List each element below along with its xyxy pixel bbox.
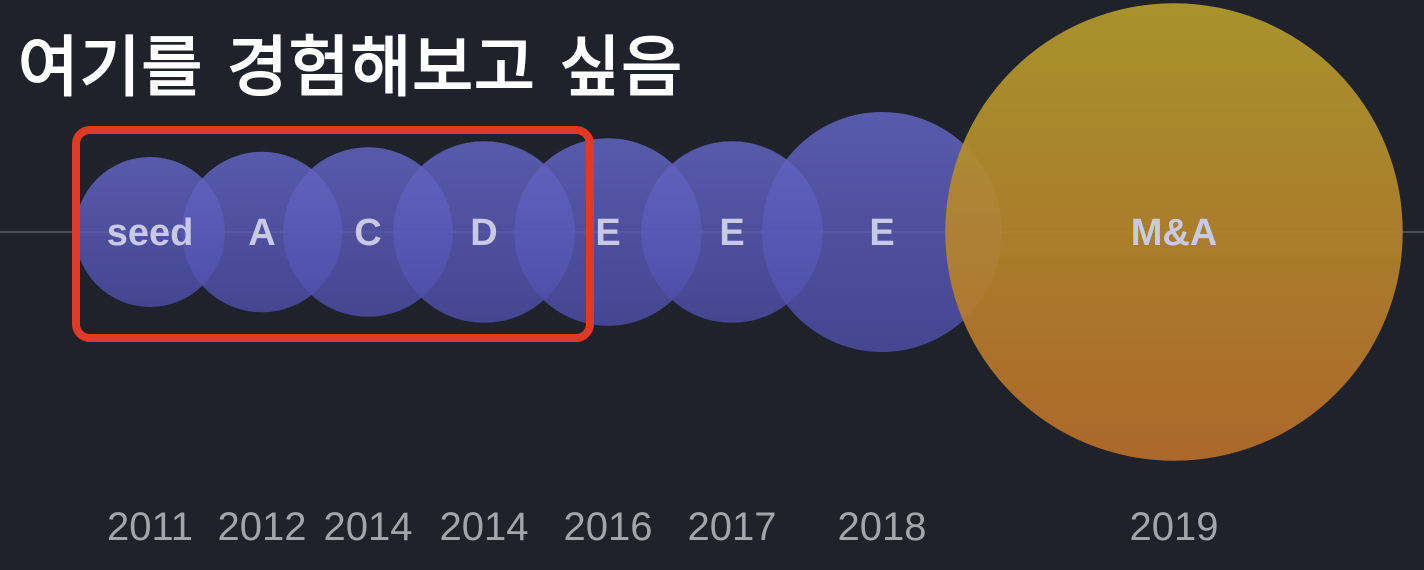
year-label-7: 2018	[838, 505, 927, 549]
bubble-label-3: C	[354, 212, 381, 254]
year-label-3: 2014	[324, 505, 413, 549]
year-label-2: 2012	[218, 505, 307, 549]
year-label-6: 2017	[688, 505, 777, 549]
bubble-label-7: E	[869, 212, 894, 254]
year-axis-labels: 2011 2012 2014 2014 2016 2017 2018 2019	[107, 505, 1219, 549]
bubble-chart: seed A C D E E E M&A 2011 2012 2014 2014 2016 2017 20…	[0, 3, 1424, 549]
bubble-label-1: seed	[107, 212, 194, 254]
funding-timeline: 여기를 경험해보고 싶음 seed A C D E E E M&A 2011 2012 2014 2…	[0, 0, 1424, 570]
bubble-label-8: M&A	[1131, 212, 1218, 254]
bubble-label-4: D	[470, 212, 497, 254]
year-label-8: 2019	[1130, 505, 1219, 549]
bubble-label-2: A	[248, 212, 275, 254]
bubble-label-5: E	[595, 212, 620, 254]
bubble-label-6: E	[719, 212, 744, 254]
year-label-1: 2011	[107, 505, 193, 549]
year-label-4: 2014	[440, 505, 529, 549]
year-label-5: 2016	[564, 505, 653, 549]
